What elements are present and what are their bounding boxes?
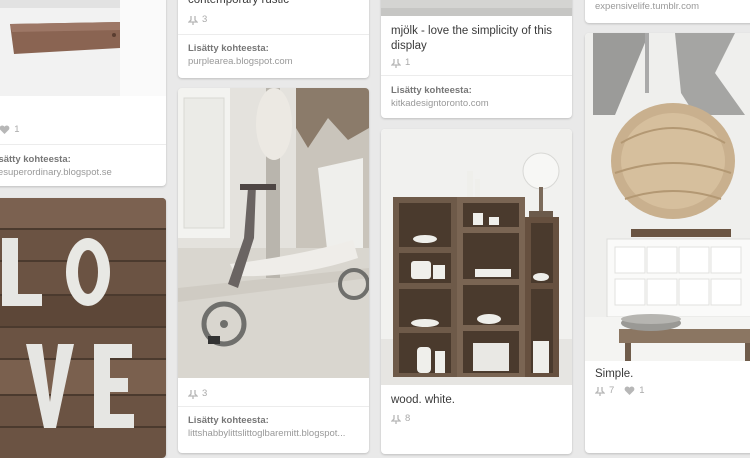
repin-icon [188, 389, 198, 399]
divider [0, 144, 166, 145]
like-count: 1 [639, 385, 645, 396]
via-label: Lisätty kohteesta: [188, 415, 269, 426]
pin-card[interactable]: 2 1 Lisätty kohteesta: thesuperordinary.… [0, 0, 166, 186]
repin-count: 3 [202, 388, 208, 399]
pin-card[interactable]: expensivelife.tumblr.com [585, 0, 750, 23]
repin-icon [595, 386, 605, 396]
pin-stats: 2 1 [0, 124, 20, 135]
heart-icon [0, 125, 10, 135]
via-label: Lisätty kohteesta: [391, 85, 472, 96]
pin-image[interactable] [0, 0, 166, 96]
pin-description: mjölk - love the simplicity of this disp… [391, 25, 553, 52]
column-2: contemporary rustic 3 Lisätty kohteesta:… [178, 0, 369, 453]
like-count: 1 [14, 124, 20, 135]
pin-description: contemporary rustic [188, 0, 289, 6]
pin-image[interactable] [178, 88, 369, 378]
via-link[interactable]: expensivelife.tumblr.com [595, 1, 750, 12]
repin-count: 3 [202, 14, 208, 25]
pin-stats: 8 [391, 413, 410, 424]
via-label: Lisätty kohteesta: [188, 43, 269, 54]
pin-image[interactable] [585, 33, 750, 361]
column-4: expensivelife.tumblr.com Simple. 7 1 [585, 0, 750, 453]
pin-stats: 3 [188, 388, 207, 399]
via-link[interactable]: kitkadesigntoronto.com [391, 98, 566, 109]
pin-card[interactable]: contemporary rustic 3 Lisätty kohteesta:… [178, 0, 369, 78]
pin-image[interactable] [0, 198, 166, 458]
pin-image[interactable] [381, 129, 572, 385]
divider [178, 34, 369, 35]
pin-card[interactable]: wood. white. 8 [381, 129, 572, 454]
pin-stats: 3 [188, 14, 207, 25]
pin-image[interactable] [381, 0, 572, 16]
pin-card[interactable] [0, 198, 166, 458]
repin-count: 7 [609, 385, 615, 396]
pin-stats: 1 [391, 57, 410, 68]
via-link[interactable]: thesuperordinary.blogspot.se [0, 167, 160, 178]
column-1: 2 1 Lisätty kohteesta: thesuperordinary.… [0, 0, 166, 458]
pin-card[interactable]: 3 Lisätty kohteesta: littshabbylittslitt… [178, 88, 369, 453]
repin-icon [188, 15, 198, 25]
via-label: Lisätty kohteesta: [0, 154, 71, 165]
pin-description: Simple. [595, 368, 634, 380]
column-3: mjölk - love the simplicity of this disp… [381, 0, 572, 454]
heart-icon [624, 386, 635, 396]
repin-count: 1 [405, 57, 411, 68]
pin-card[interactable]: mjölk - love the simplicity of this disp… [381, 0, 572, 118]
divider [381, 75, 572, 76]
repin-icon [391, 58, 401, 68]
via-link[interactable]: littshabbylittslittoglbaremitt.blogspot.… [188, 428, 363, 439]
repin-icon [391, 414, 401, 424]
repin-count: 8 [405, 413, 411, 424]
pin-description: wood. white. [391, 394, 455, 406]
via-link[interactable]: purplearea.blogspot.com [188, 56, 363, 67]
divider [178, 406, 369, 407]
pin-stats: 7 1 [595, 385, 645, 396]
pin-card[interactable]: Simple. 7 1 [585, 33, 750, 453]
